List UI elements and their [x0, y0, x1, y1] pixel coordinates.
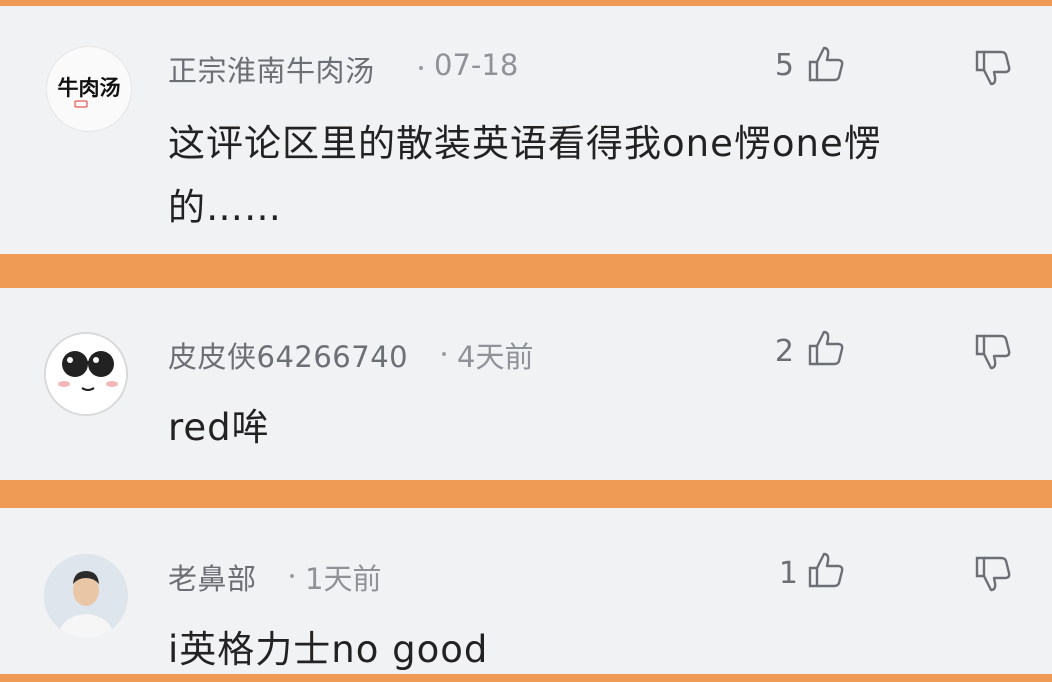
- timestamp: 1天前: [305, 562, 382, 596]
- like-count: 2: [774, 334, 794, 369]
- comment-card: 老鼻部 1天前 1 i英格力士no good: [0, 508, 1052, 674]
- comment-text: i英格力士no good: [168, 618, 988, 682]
- timestamp: 07-18: [434, 48, 519, 82]
- thumbs-up-icon[interactable]: [806, 328, 846, 368]
- avatar-logo: 牛肉汤: [58, 75, 121, 108]
- thumbs-up-icon[interactable]: [806, 44, 846, 84]
- thumbs-down-icon[interactable]: [973, 48, 1013, 88]
- thumbs-down-icon[interactable]: [973, 332, 1013, 372]
- comment-text-line: red哞: [168, 406, 270, 449]
- avatar[interactable]: [44, 554, 128, 638]
- timestamp: 4天前: [457, 340, 534, 374]
- separator-dot: [419, 66, 423, 70]
- comment-text-line: i英格力士no good: [168, 628, 489, 671]
- avatar-face: [46, 334, 126, 414]
- avatar[interactable]: [44, 332, 128, 416]
- like-count: 5: [774, 48, 794, 83]
- svg-text:牛肉汤: 牛肉汤: [58, 75, 121, 100]
- comment-text: red哞: [168, 396, 988, 460]
- username[interactable]: 皮皮侠64266740: [168, 334, 408, 376]
- comment-text-line: 的……: [168, 186, 282, 229]
- avatar[interactable]: 牛肉汤: [46, 46, 132, 132]
- comment-text-line: 这评论区里的散装英语看得我one愣one愣: [168, 122, 882, 165]
- separator-dot: [442, 352, 446, 356]
- comment-text: 这评论区里的散装英语看得我one愣one愣 的……: [168, 112, 988, 240]
- comment-card: 皮皮侠64266740 4天前 2 red哞: [0, 288, 1052, 480]
- username[interactable]: 老鼻部: [168, 556, 257, 598]
- avatar-photo: [44, 554, 128, 638]
- username[interactable]: 正宗淮南牛肉汤: [168, 48, 375, 90]
- comment-card: 牛肉汤 正宗淮南牛肉汤 07-18 5 这评论区里的散装英语看得我one愣one…: [0, 6, 1052, 254]
- like-count: 1: [778, 556, 798, 591]
- separator-dot: [290, 574, 294, 578]
- thumbs-up-icon[interactable]: [806, 550, 846, 590]
- thumbs-down-icon[interactable]: [973, 554, 1013, 594]
